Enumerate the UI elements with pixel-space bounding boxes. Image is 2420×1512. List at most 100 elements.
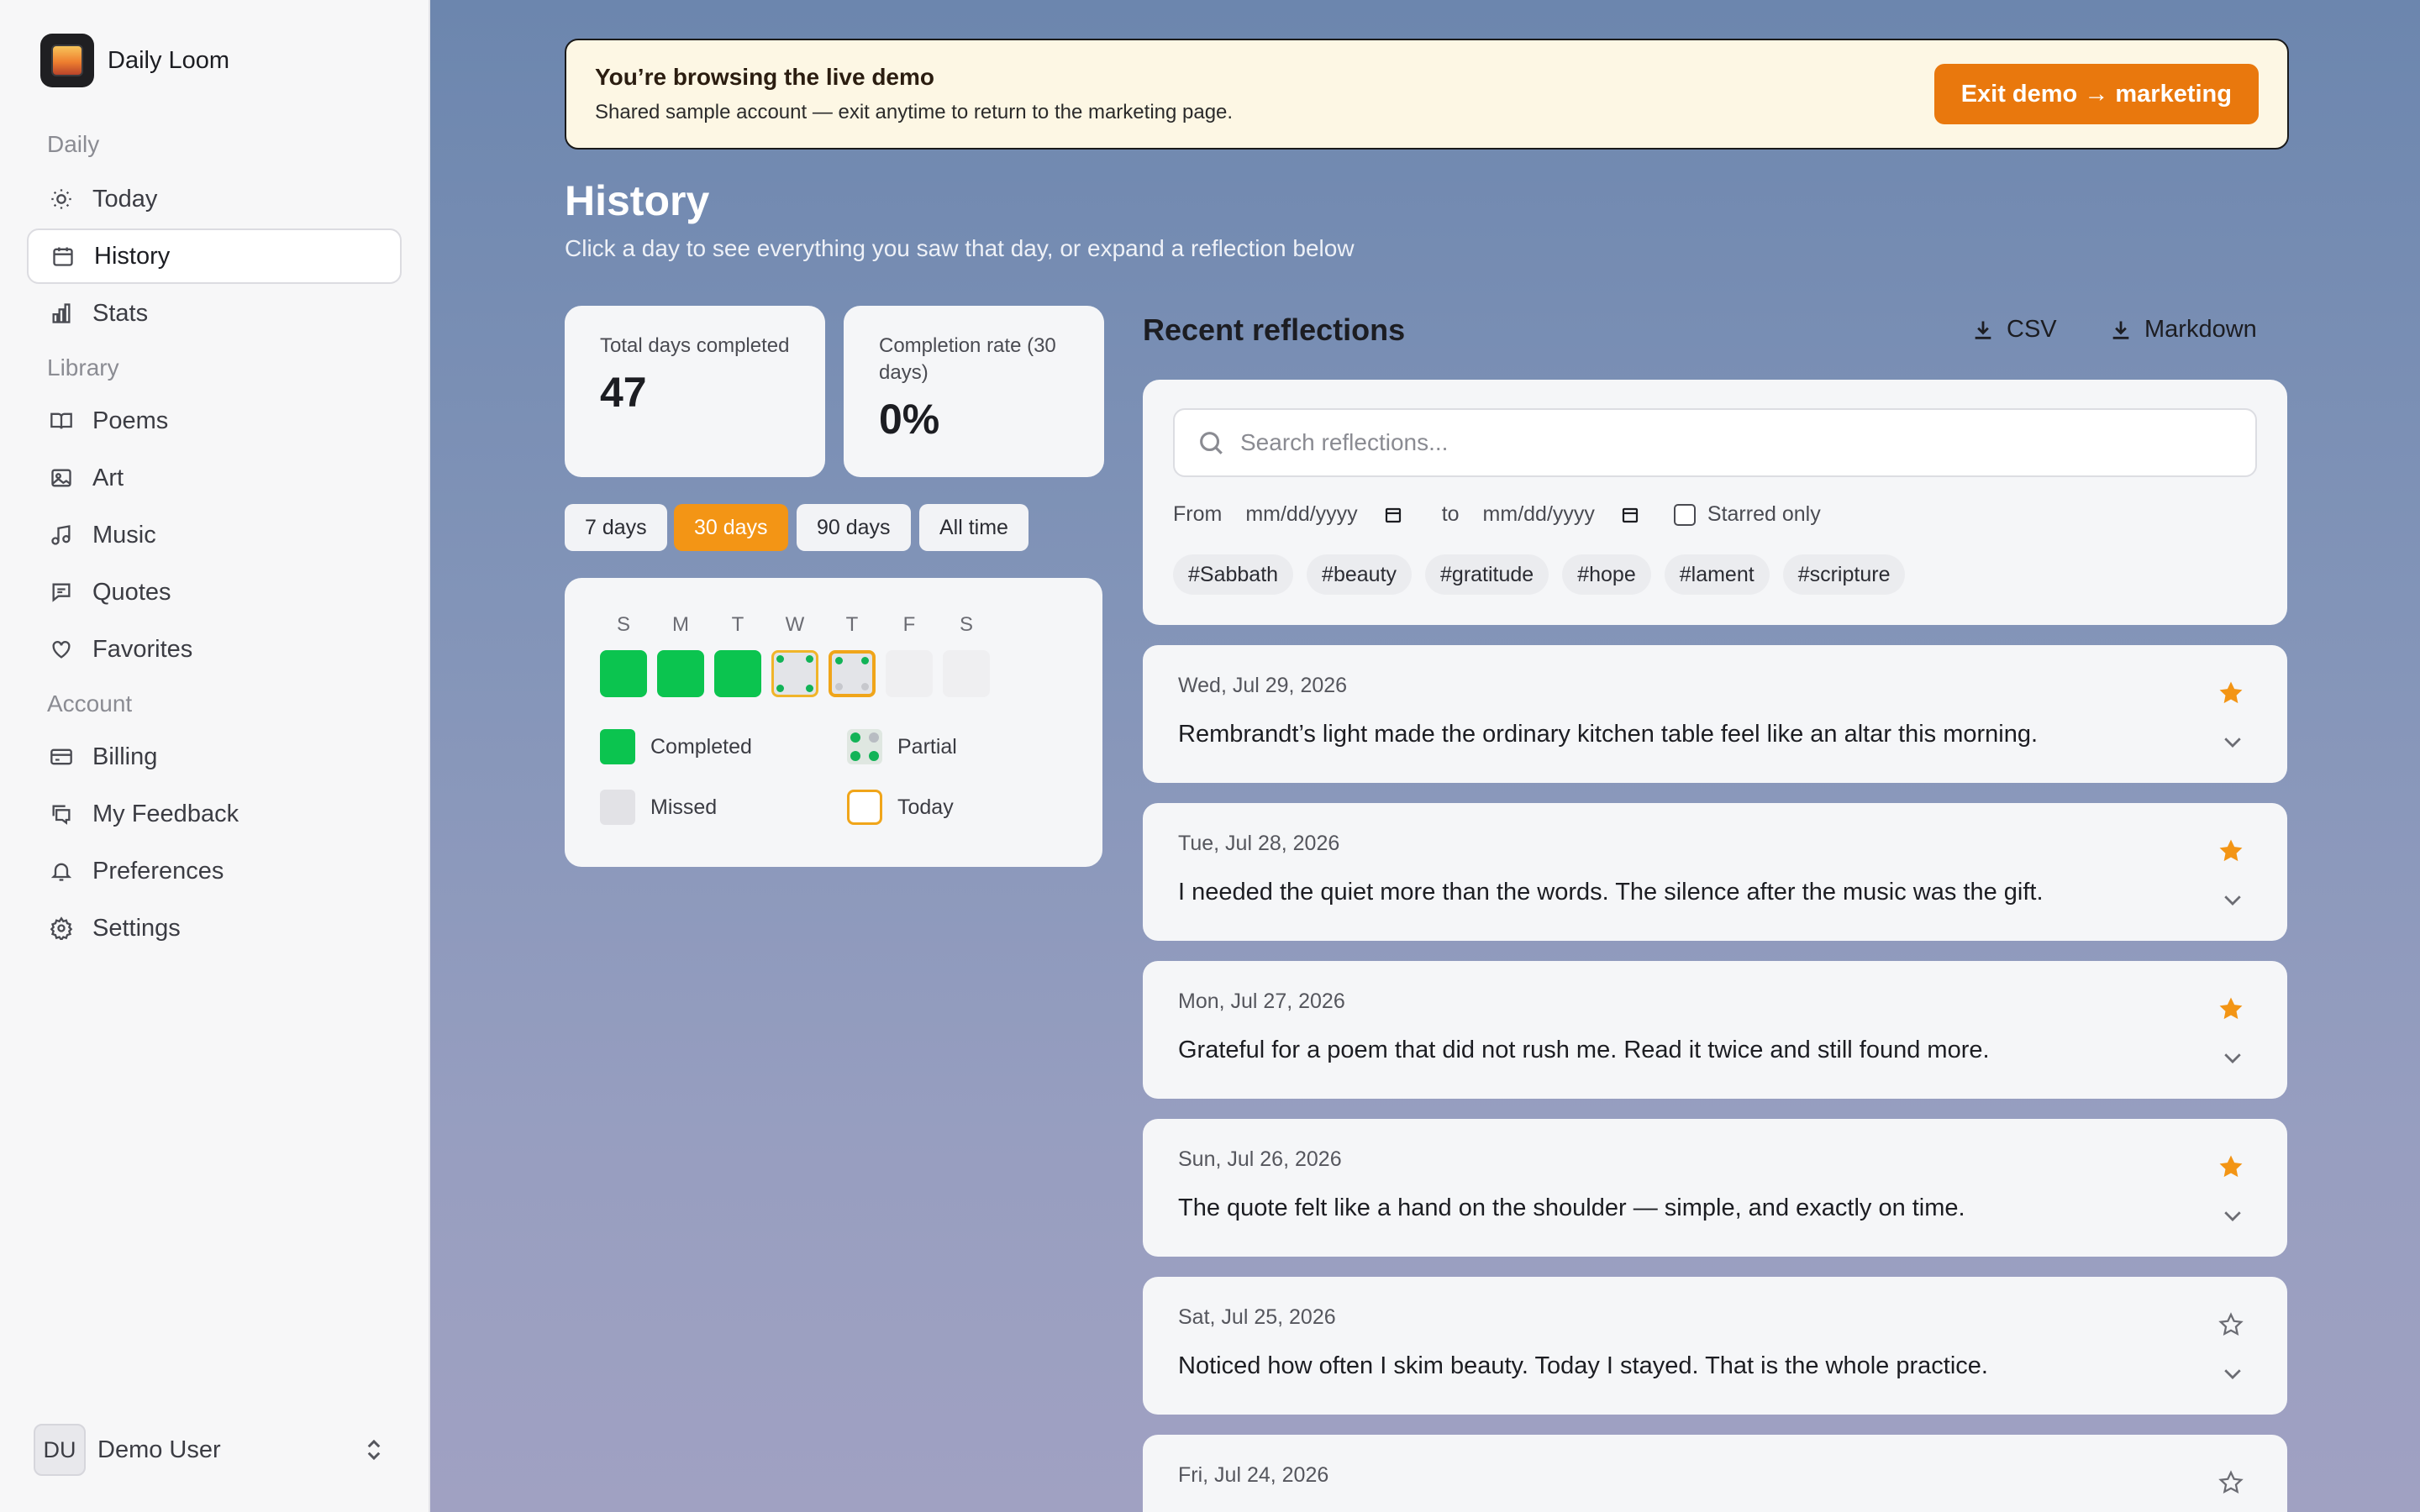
day-cell-missed[interactable] [886, 650, 933, 697]
reflection-card[interactable]: Wed, Jul 29, 2026 Rembrandt’s light made… [1143, 645, 2287, 783]
range-all-time-button[interactable]: All time [919, 504, 1028, 551]
nav-section-daily: Daily [47, 131, 100, 157]
star-filled-icon[interactable] [2217, 1152, 2245, 1181]
brand[interactable]: Daily Loom [40, 34, 229, 87]
sidebar-item-history[interactable]: History [27, 228, 402, 284]
stat-card-completion-rate: Completion rate (30 days) 0% [844, 306, 1104, 477]
reflection-text: Grateful for a poem that did not rush me… [1178, 1037, 1990, 1063]
sidebar-item-my-feedback[interactable]: My Feedback [27, 786, 402, 842]
exit-demo-button[interactable]: Exit demo → marketing [1933, 64, 2259, 124]
search-input[interactable] [1240, 429, 2255, 456]
tag-lament[interactable]: #lament [1664, 554, 1770, 595]
legend-swatch [847, 790, 882, 825]
user-menu[interactable]: DU Demo User [34, 1423, 387, 1477]
calendar-icon [50, 244, 76, 269]
weekday-label: F [902, 613, 916, 636]
chevron-down-icon[interactable] [2220, 1361, 2245, 1386]
range-30-days-button[interactable]: 30 days [674, 504, 788, 551]
export-markdown-label: Markdown [2144, 316, 2257, 343]
sidebar-item-label: Stats [92, 299, 149, 327]
weekday-label: S [959, 613, 973, 636]
to-date-input[interactable]: mm/dd/yyyy [1483, 502, 1640, 527]
export-csv-button[interactable]: CSV [1971, 316, 2057, 344]
sidebar-item-quotes[interactable]: Quotes [27, 564, 402, 620]
sidebar-item-settings[interactable]: Settings [27, 900, 402, 956]
sidebar-item-label: History [94, 242, 171, 270]
chevron-down-icon[interactable] [2220, 729, 2245, 754]
weekday-label: T [845, 613, 859, 636]
day-cell-partial[interactable] [771, 650, 818, 697]
quote-icon [49, 580, 74, 605]
legend-label: Today [897, 795, 954, 819]
chevron-down-icon[interactable] [2220, 1045, 2245, 1070]
download-icon [1975, 321, 1991, 339]
from-label: From [1173, 502, 1223, 526]
tag-sabbath[interactable]: #Sabbath [1173, 554, 1294, 595]
stat-label: Completion rate (30 days) [879, 334, 1056, 384]
star-filled-icon[interactable] [2217, 995, 2245, 1023]
heart-icon [49, 637, 74, 662]
export-markdown-button[interactable]: Markdown [2109, 316, 2257, 344]
sidebar-item-billing[interactable]: Billing [27, 729, 402, 785]
reflection-date: Fri, Jul 24, 2026 [1178, 1463, 1329, 1487]
sidebar-item-music[interactable]: Music [27, 507, 402, 563]
star-filled-icon[interactable] [2217, 679, 2245, 707]
stat-value: 47 [600, 369, 647, 416]
recent-reflections-title: Recent reflections [1143, 312, 1406, 347]
sidebar-item-label: Poems [92, 407, 169, 434]
reflection-text: I needed the quiet more than the words. … [1178, 879, 2044, 906]
legend-label: Missed [650, 795, 718, 819]
tag-scripture[interactable]: #scripture [1782, 554, 1906, 595]
chevron-down-icon[interactable] [2220, 1203, 2245, 1228]
sidebar-item-preferences[interactable]: Preferences [27, 843, 402, 899]
reflection-card[interactable]: Sun, Jul 26, 2026 The quote felt like a … [1143, 1119, 2287, 1257]
reflection-card[interactable]: Mon, Jul 27, 2026 Grateful for a poem th… [1143, 961, 2287, 1099]
tag-gratitude[interactable]: #gratitude [1425, 554, 1549, 595]
reflection-text: The quote felt like a hand on the should… [1178, 1194, 1965, 1221]
reflection-card[interactable]: Fri, Jul 24, 2026 [1143, 1435, 2287, 1512]
star-outline-icon[interactable] [2217, 1468, 2245, 1497]
star-outline-icon[interactable] [2217, 1310, 2245, 1339]
calendar-icon[interactable] [1620, 505, 1640, 525]
reflection-date: Sun, Jul 26, 2026 [1178, 1147, 1342, 1171]
sidebar-item-label: Today [92, 185, 158, 213]
stat-value: 0% [879, 396, 940, 443]
day-cell-today[interactable] [829, 650, 876, 697]
sidebar-item-stats[interactable]: Stats [27, 286, 402, 341]
legend-swatch [600, 790, 635, 825]
download-icon [2112, 321, 2129, 339]
reflection-card[interactable]: Tue, Jul 28, 2026 I needed the quiet mor… [1143, 803, 2287, 941]
reflection-date: Mon, Jul 27, 2026 [1178, 990, 1345, 1013]
bell-icon [49, 858, 74, 884]
reflection-card[interactable]: Sat, Jul 25, 2026 Noticed how often I sk… [1143, 1277, 2287, 1415]
sidebar-item-label: Billing [92, 743, 158, 770]
search-box[interactable] [1173, 408, 2257, 477]
chevron-up-down-icon[interactable] [361, 1437, 387, 1462]
day-cell-completed[interactable] [657, 650, 704, 697]
range-90-days-button[interactable]: 90 days [797, 504, 911, 551]
calendar-icon[interactable] [1383, 505, 1403, 525]
sidebar-item-favorites[interactable]: Favorites [27, 622, 402, 677]
starred-only-checkbox[interactable] [1673, 503, 1696, 526]
chevron-down-icon[interactable] [2220, 887, 2245, 912]
tag-beauty[interactable]: #beauty [1307, 554, 1413, 595]
date-placeholder: mm/dd/yyyy [1482, 502, 1595, 526]
legend-today: Today [847, 790, 954, 825]
day-cell-completed[interactable] [600, 650, 647, 697]
sidebar-item-label: Quotes [92, 578, 171, 606]
sidebar-item-art[interactable]: Art [27, 450, 402, 506]
day-cell-completed[interactable] [714, 650, 761, 697]
sidebar-item-today[interactable]: Today [27, 171, 402, 227]
export-csv-label: CSV [2007, 316, 2057, 343]
from-date-input[interactable]: mm/dd/yyyy [1245, 502, 1402, 527]
star-filled-icon[interactable] [2217, 837, 2245, 865]
gear-icon [49, 916, 74, 941]
sidebar-item-label: Settings [92, 914, 181, 942]
tag-hope[interactable]: #hope [1562, 554, 1651, 595]
sidebar: Daily Loom Daily Today History Stats Lib… [0, 0, 430, 1512]
range-7-days-button[interactable]: 7 days [565, 504, 667, 551]
avatar: DU [34, 1424, 86, 1476]
sidebar-item-poems[interactable]: Poems [27, 393, 402, 449]
legend-partial: Partial [847, 729, 957, 764]
day-cell-missed[interactable] [943, 650, 990, 697]
